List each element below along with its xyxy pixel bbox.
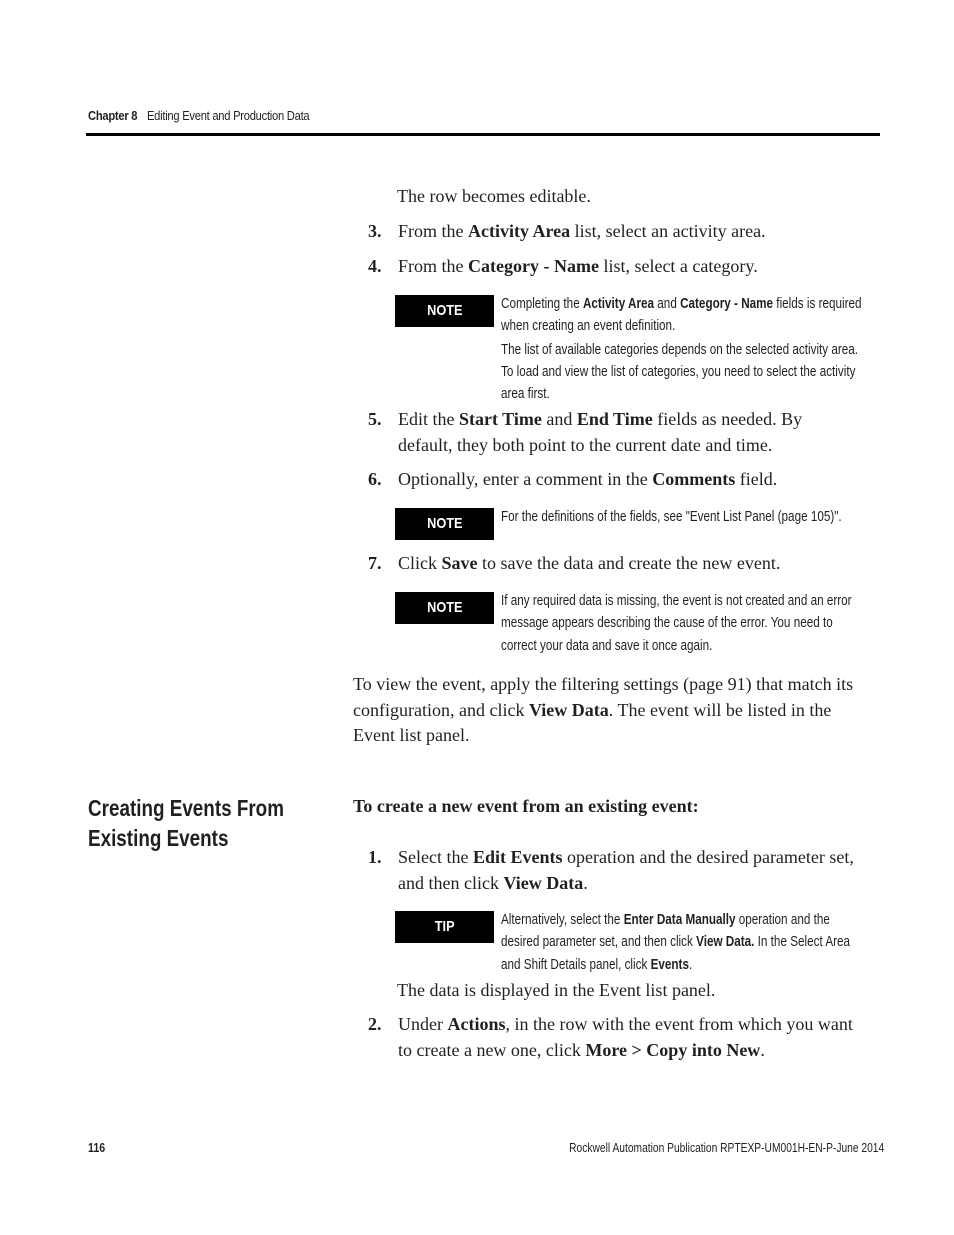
step-bold-term: Category - Name [468, 256, 599, 276]
header-rule [86, 133, 880, 136]
step-3: 3. From the Activity Area list, select a… [368, 219, 858, 245]
paragraph-data-displayed: The data is displayed in the Event list … [397, 980, 716, 1000]
section-step-1: 1. Select the Edit Events operation and … [368, 847, 854, 893]
tip-badge: TIP [395, 911, 494, 943]
paragraph-row-editable: The row becomes editable. [397, 186, 591, 206]
procedure-title: To create a new event from an existing e… [353, 796, 699, 816]
step-text: From the [398, 221, 468, 241]
step-text: list, select an activity area. [570, 221, 766, 241]
step-number: 3. [368, 221, 382, 241]
note-text: Completing the Activity Area and Categor… [501, 295, 862, 403]
note-badge: NOTE [395, 295, 494, 327]
step-4: 4. From the Category - Name list, select… [368, 254, 858, 280]
note-badge: NOTE [395, 592, 494, 624]
step-number: 4. [368, 256, 382, 276]
step-number: 7. [368, 553, 382, 573]
chapter-title: Editing Event and Production Data [146, 108, 310, 123]
note-text: If any required data is missing, the eve… [501, 592, 852, 654]
page-number: 116 [88, 1141, 106, 1155]
step-number: 2. [368, 1014, 382, 1034]
note-badge: NOTE [395, 508, 494, 540]
step-bold-term: Activity Area [468, 221, 571, 241]
step-text: From the [398, 256, 468, 276]
section-step-2: 2. Under Actions, in the row with the ev… [368, 1014, 853, 1060]
note-text: For the definitions of the fields, see "… [501, 508, 842, 525]
chapter-label: Chapter 8 [88, 108, 138, 123]
step-text: list, select a category. [598, 256, 758, 276]
step-number: 5. [368, 409, 382, 429]
paragraph-view-event: To view the event, apply the filtering s… [353, 674, 854, 745]
step-6: 6. Optionally, enter a comment in the Co… [368, 467, 858, 493]
step-number: 6. [368, 469, 382, 489]
step-5: 5. Edit the Start Time and End Time fiel… [368, 409, 803, 455]
section-heading: Creating Events From Existing Events [88, 795, 284, 851]
step-number: 1. [368, 847, 382, 867]
tip-text: Alternatively, select the Enter Data Man… [501, 911, 851, 973]
publication-id: Rockwell Automation Publication RPTEXP-U… [568, 1141, 884, 1155]
running-header: Chapter 8 Editing Event and Production D… [88, 108, 310, 123]
step-7: 7. Click Save to save the data and creat… [368, 551, 858, 577]
